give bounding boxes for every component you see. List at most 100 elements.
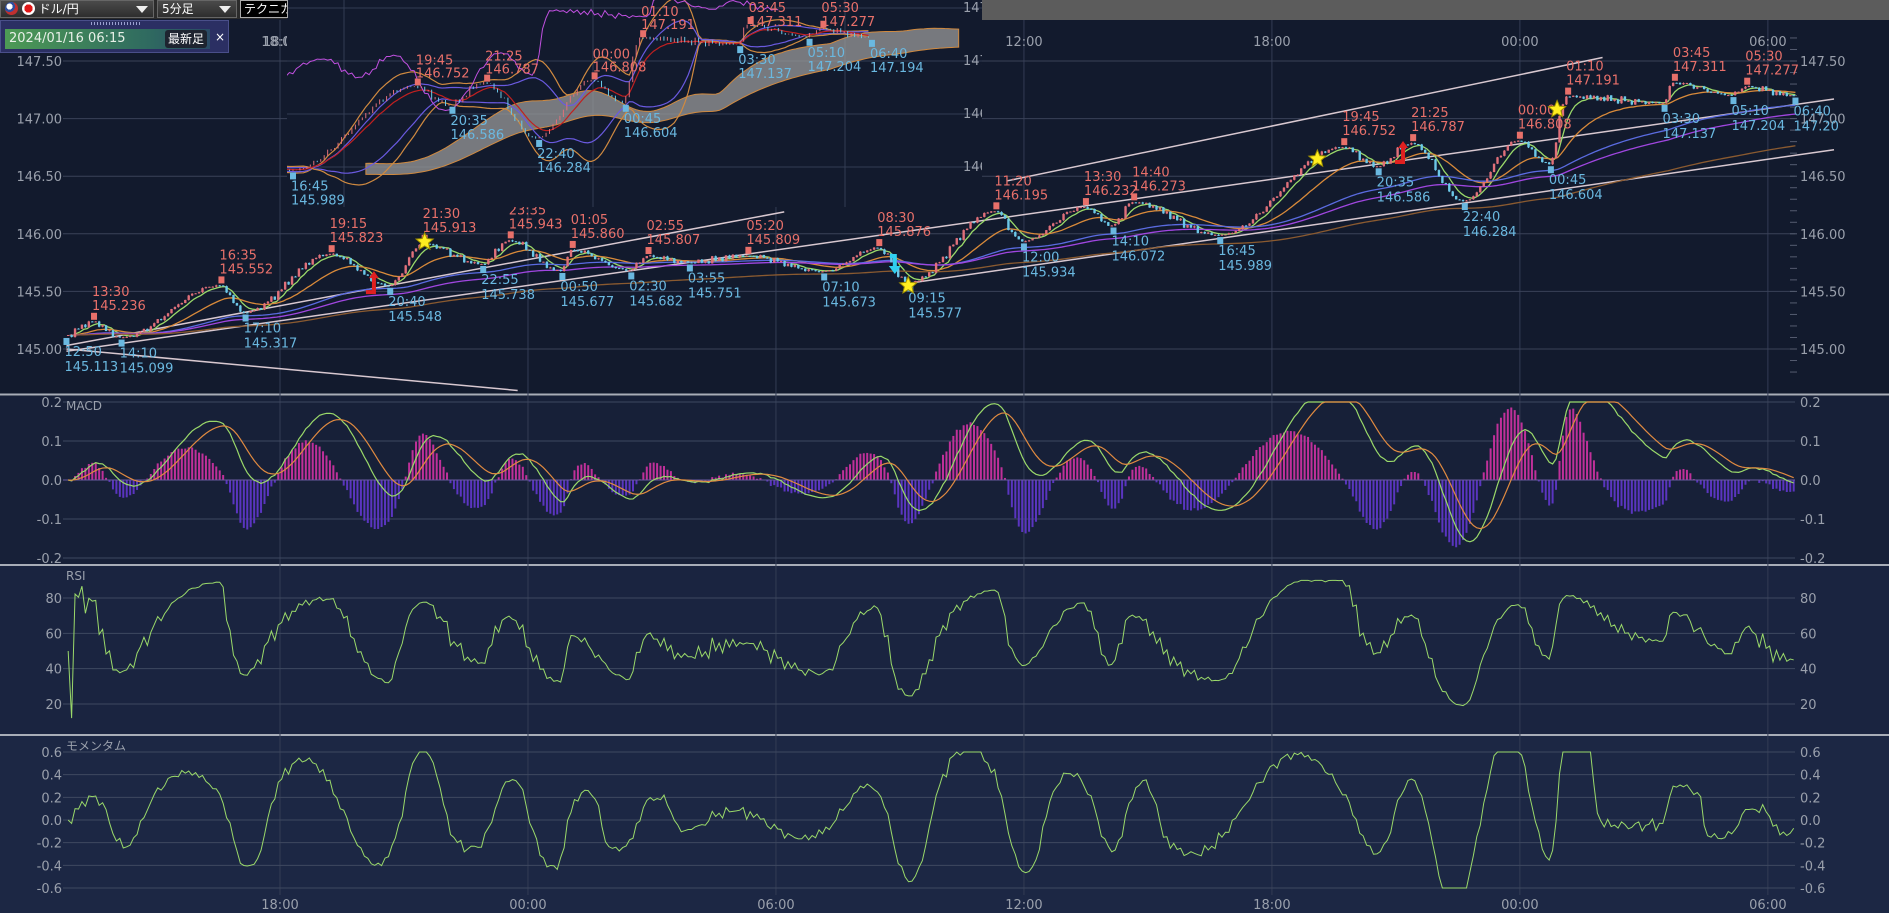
low-marker-square (449, 106, 456, 114)
candle (1637, 98, 1640, 103)
candle (1485, 177, 1489, 183)
candle-body (1468, 199, 1472, 201)
candle (976, 216, 979, 224)
candle-body (1413, 143, 1417, 145)
candle (1175, 215, 1179, 221)
candle-body (1430, 158, 1434, 160)
candle (566, 256, 569, 267)
momentum-axis-label-left: 0.2 (41, 791, 62, 806)
candle (635, 262, 638, 269)
candle (1396, 146, 1399, 158)
candle (394, 279, 397, 286)
close-icon[interactable]: × (215, 30, 225, 44)
candle-body (1482, 181, 1485, 187)
timeframe-dropdown[interactable]: 5分足 (157, 0, 237, 18)
high-marker-square (569, 240, 576, 248)
rsi-axis-label-left: 80 (45, 592, 62, 607)
candle (1541, 156, 1544, 163)
candle (397, 276, 401, 281)
candle (1623, 96, 1627, 102)
candle-body (1089, 208, 1093, 210)
candle (1107, 221, 1110, 226)
candle (1082, 207, 1086, 209)
ghost-swing-time-label: 16:45 (291, 179, 328, 194)
candle-body (1454, 195, 1458, 200)
symbol-dropdown[interactable]: ドル/円 (0, 0, 154, 18)
candle-body (1544, 162, 1547, 164)
candle-body (1144, 202, 1148, 204)
candle-body (259, 307, 263, 310)
candle (263, 302, 266, 311)
candle (800, 268, 803, 270)
macd-axis-label-right: 0.0 (1800, 474, 1821, 489)
candle-body (215, 285, 218, 287)
candle-body (1702, 86, 1706, 90)
time-axis-label-top: 12:00 (1005, 35, 1042, 50)
candle (921, 275, 924, 282)
candle-body (239, 305, 242, 312)
candle (941, 256, 945, 263)
candle (1265, 206, 1268, 213)
candle-body (1685, 83, 1689, 85)
candle-body (786, 263, 790, 267)
candle-body (1320, 151, 1324, 155)
candle-body (1272, 197, 1275, 201)
candle (97, 320, 101, 328)
candle-body (724, 255, 728, 262)
candle (452, 254, 456, 257)
candle-body (1021, 239, 1024, 242)
candle-body (976, 217, 979, 223)
swing-time-label: 20:40 (388, 295, 425, 310)
candle (1530, 147, 1534, 150)
candle-body (1234, 230, 1237, 234)
candle-body (1279, 191, 1282, 197)
candle-body (676, 261, 679, 263)
low-marker-square (536, 139, 543, 147)
candle-body (810, 269, 814, 271)
candle-body (1368, 161, 1372, 164)
candle-body (1141, 202, 1144, 204)
candle-body (1138, 202, 1141, 204)
candle (697, 259, 700, 264)
time-axis-label-top: 18:00 (1253, 35, 1290, 50)
candle (852, 256, 855, 262)
ghost-swing-price-label: 146.586 (450, 128, 504, 143)
macd-axis-label-left: -0.2 (37, 552, 62, 567)
candle (104, 325, 108, 332)
candle-body (1437, 170, 1441, 177)
candle-body (1547, 162, 1551, 165)
candle (111, 329, 115, 338)
candle-body (132, 335, 135, 337)
low-marker-square (242, 314, 249, 322)
candle-body (452, 254, 456, 257)
candle (1668, 85, 1671, 101)
time-axis-label-bottom: 00:00 (509, 898, 546, 913)
candle-body (697, 259, 700, 264)
datetime-field[interactable]: 2024/01/16 06:15 最新足 (5, 29, 210, 49)
candle-body (228, 292, 232, 296)
candle-body (1172, 215, 1175, 220)
momentum-axis-label-left: 0.4 (41, 769, 62, 784)
candle-body (122, 337, 125, 339)
candle (569, 249, 573, 258)
candle-body (280, 289, 283, 292)
technical-button[interactable]: テクニカル (240, 0, 288, 18)
candle-body (1458, 199, 1461, 201)
latest-bar-button[interactable]: 最新足 (164, 30, 207, 48)
candle-body (115, 336, 118, 338)
candle (1169, 211, 1172, 220)
swing-price-label: 146.195 (994, 188, 1048, 203)
candle-body (531, 250, 535, 257)
candle-body (631, 268, 635, 271)
candle (1382, 160, 1386, 167)
candle-body (621, 268, 624, 270)
rsi-axis-label-right: 60 (1800, 627, 1817, 642)
candle-body (1268, 200, 1272, 207)
candle-body (1072, 210, 1076, 212)
candle-body (1231, 233, 1234, 235)
candle-body (1541, 157, 1544, 163)
candle-body (1358, 151, 1361, 161)
price-axis-label-right: 146.00 (1800, 228, 1846, 243)
candle-body (180, 302, 184, 305)
drag-handle[interactable] (91, 22, 141, 25)
